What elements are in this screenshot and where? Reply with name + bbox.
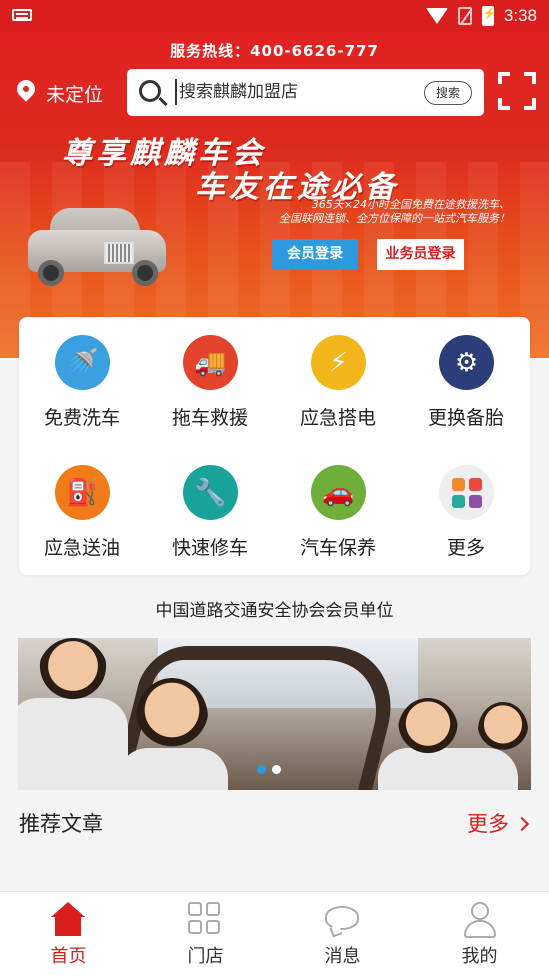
chevron-right-icon <box>514 816 530 832</box>
service-quick-repair[interactable]: 🔧 快速修车 <box>150 447 270 559</box>
search-bar: 搜索 <box>127 69 484 116</box>
chat-bubble-icon <box>325 906 359 930</box>
banner-subtext-line2: 全国联网连锁、全方位保障的一站式汽车服务！ <box>279 212 510 225</box>
nav-stores[interactable]: 门店 <box>137 892 274 976</box>
keyboard-icon <box>12 9 32 21</box>
more-label: 更多 <box>467 812 509 836</box>
carousel-dot[interactable] <box>272 765 281 774</box>
recommended-articles-title: 推荐文章 <box>19 812 103 836</box>
scan-qr-icon[interactable] <box>498 72 536 110</box>
store-grid-icon <box>188 902 222 936</box>
member-login-button[interactable]: 会员登录 <box>272 239 358 270</box>
service-fuel-delivery[interactable]: ⛽ 应急送油 <box>22 447 142 559</box>
nav-messages[interactable]: 消息 <box>274 892 411 976</box>
service-maintenance[interactable]: 🚗 汽车保养 <box>278 447 398 559</box>
location-label: 未定位 <box>46 83 104 106</box>
user-icon <box>462 902 496 938</box>
service-label: 更多 <box>446 537 485 559</box>
banner-subtext: 365天×24小时全国免费在途救援洗车、 全国联网连锁、全方位保障的一站式汽车服… <box>170 198 510 226</box>
no-sim-icon <box>457 7 472 25</box>
carousel-indicator[interactable] <box>257 765 281 774</box>
service-more[interactable]: 更多 <box>406 447 526 559</box>
battery-icon: ⚡ <box>311 335 366 390</box>
maintenance-icon: 🚗 <box>311 465 366 520</box>
search-input[interactable] <box>175 79 415 105</box>
service-jump-start[interactable]: ⚡ 应急搭电 <box>278 317 398 429</box>
bottom-navigation: 首页 门店 消息 我的 <box>0 891 549 976</box>
service-label: 应急搭电 <box>299 407 376 429</box>
service-label: 快速修车 <box>171 537 248 559</box>
car-wash-icon: 🚿 <box>55 335 110 390</box>
search-button[interactable]: 搜索 <box>424 81 472 105</box>
battery-charging-icon <box>481 6 497 26</box>
nav-messages-label: 消息 <box>324 946 361 967</box>
home-icon <box>51 902 85 936</box>
service-hotline: 服务热线：400-6626-777 <box>170 42 379 60</box>
banner-subtext-line1: 365天×24小时全国免费在途救援洗车、 <box>311 198 510 211</box>
staff-login-button[interactable]: 业务员登录 <box>377 239 464 270</box>
more-grid-icon <box>439 465 494 520</box>
service-tow-rescue[interactable]: 🚚 拖车救援 <box>150 317 270 429</box>
service-label: 应急送油 <box>43 537 120 559</box>
service-spare-tire[interactable]: ⚙ 更换备胎 <box>406 317 526 429</box>
status-bar: 3:38 <box>0 0 549 32</box>
nav-stores-label: 门店 <box>187 946 224 967</box>
luxury-car-image <box>28 200 168 292</box>
nav-profile[interactable]: 我的 <box>411 892 548 976</box>
repair-icon: 🔧 <box>183 465 238 520</box>
location-selector[interactable]: 未定位 <box>16 78 103 108</box>
articles-more-link[interactable]: 更多 <box>467 808 530 838</box>
nav-profile-label: 我的 <box>461 946 498 967</box>
nav-home[interactable]: 首页 <box>0 892 137 976</box>
service-label: 汽车保养 <box>299 537 376 559</box>
carousel-dot-active[interactable] <box>257 765 266 774</box>
status-time: 3:38 <box>503 6 537 25</box>
association-caption: 中国道路交通安全协会会员单位 <box>155 601 394 621</box>
service-label: 更换备胎 <box>427 407 504 429</box>
service-label: 拖车救援 <box>171 407 248 429</box>
nav-home-label: 首页 <box>50 946 87 967</box>
fuel-icon: ⛽ <box>55 465 110 520</box>
location-pin-icon <box>16 80 36 106</box>
service-label: 免费洗车 <box>43 407 120 429</box>
search-icon <box>139 80 161 102</box>
wifi-icon <box>425 8 448 24</box>
services-grid: 🚿 免费洗车 🚚 拖车救援 ⚡ 应急搭电 ⚙ 更换备胎 ⛽ 应急送油 🔧 快速修… <box>19 317 530 575</box>
tire-change-icon: ⚙ <box>439 335 494 390</box>
tow-truck-icon: 🚚 <box>183 335 238 390</box>
hero-banner: 服务热线：400-6626-777 未定位 搜索 尊享麒麟车会 车友在途必备 3… <box>0 32 549 358</box>
service-free-wash[interactable]: 🚿 免费洗车 <box>22 317 142 429</box>
status-icons: 3:38 <box>425 4 537 28</box>
